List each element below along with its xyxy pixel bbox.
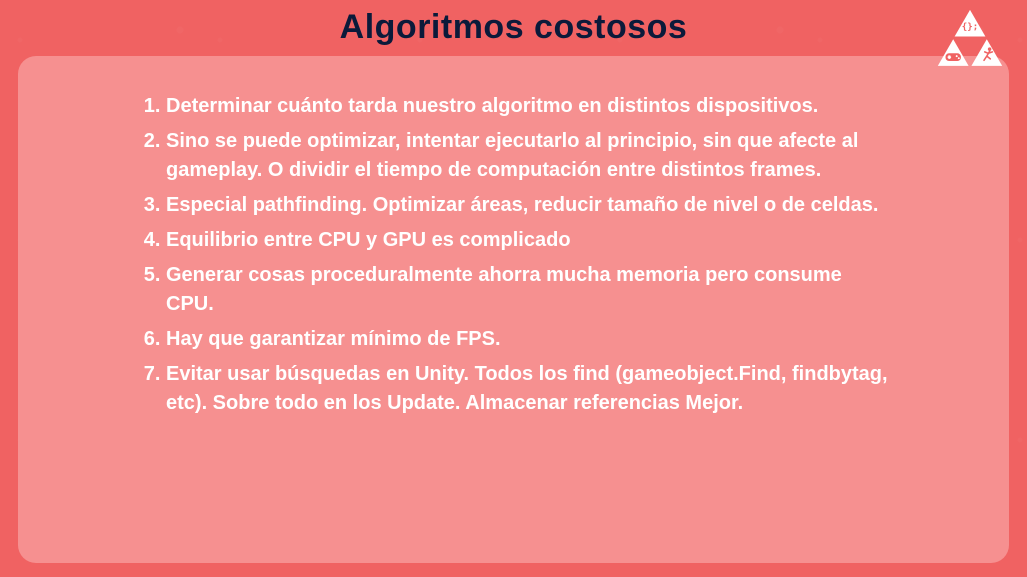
list-item: Evitar usar búsquedas en Unity. Todos lo…	[166, 360, 889, 418]
list-item: Especial pathfinding. Optimizar áreas, r…	[166, 191, 889, 220]
triforce-logo: {};	[935, 8, 1005, 72]
slide-title: Algoritmos costosos	[0, 8, 1027, 47]
points-list: Determinar cuánto tarda nuestro algoritm…	[138, 92, 889, 418]
list-item: Generar cosas proceduralmente ahorra muc…	[166, 261, 889, 319]
list-item: Sino se puede optimizar, intentar ejecut…	[166, 127, 889, 185]
list-item: Determinar cuánto tarda nuestro algoritm…	[166, 92, 889, 121]
content-card: Determinar cuánto tarda nuestro algoritm…	[18, 56, 1009, 563]
list-item: Equilibrio entre CPU y GPU es complicado	[166, 226, 889, 255]
gamepad-icon	[946, 53, 961, 61]
code-icon: {};	[962, 23, 978, 33]
list-item: Hay que garantizar mínimo de FPS.	[166, 325, 889, 354]
